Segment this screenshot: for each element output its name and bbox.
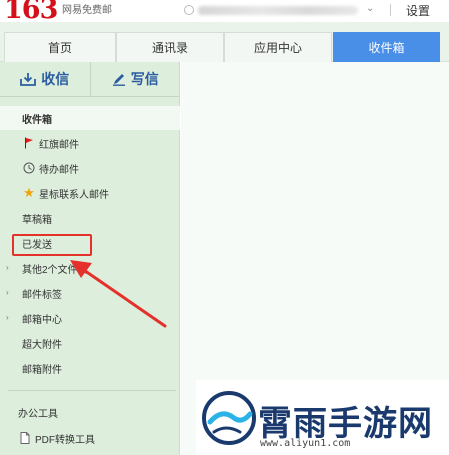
- office-tools-heading: 办公工具: [0, 400, 180, 424]
- tab-inbox[interactable]: 收件箱: [333, 32, 440, 62]
- document-icon: [18, 432, 32, 444]
- account-icon: [184, 5, 194, 15]
- sidebar-item-starred-contacts[interactable]: ★ 星标联系人邮件: [0, 181, 180, 205]
- tab-home[interactable]: 首页: [4, 32, 116, 62]
- tab-app-center[interactable]: 应用中心: [224, 32, 332, 62]
- divider: [390, 4, 391, 16]
- watermark-url: www.aliyun1.com: [260, 438, 351, 449]
- sidebar-item-label: 星标联系人邮件: [39, 189, 109, 201]
- tab-contacts[interactable]: 通讯录: [116, 32, 224, 62]
- sidebar-item-todo[interactable]: 待办邮件: [0, 156, 180, 180]
- sidebar-item-inbox[interactable]: 收件箱: [0, 106, 180, 130]
- expand-arrow-icon[interactable]: ›: [6, 288, 9, 297]
- settings-link[interactable]: 设置: [406, 2, 430, 19]
- expand-arrow-icon[interactable]: ›: [6, 263, 9, 272]
- sidebar-item-label: 草稿箱: [22, 214, 52, 226]
- divider: [0, 96, 180, 97]
- sidebar-item-label: 红旗邮件: [39, 139, 79, 151]
- write-mail-label: 写信: [130, 71, 159, 87]
- receive-mail-button[interactable]: 收信: [0, 62, 90, 96]
- tab-bar: 首页 通讯录 应用中心 收件箱: [0, 22, 449, 62]
- write-mail-button[interactable]: 写信: [89, 62, 181, 96]
- account-switcher[interactable]: [184, 4, 364, 16]
- red-flag-icon: [22, 137, 36, 149]
- annotation-highlight-box: [12, 234, 92, 256]
- watermark: 霄雨手游网 www.aliyun1.com: [196, 380, 449, 455]
- sidebar-item-label: 收件箱: [22, 114, 52, 126]
- sidebar-item-label: PDF转换工具: [35, 434, 95, 446]
- sidebar: 收信 写信 收件箱 红旗邮件 待办邮件 ★ 星标联系人邮件 草稿箱 已发送 › …: [0, 62, 180, 455]
- receive-icon: [20, 73, 37, 86]
- sidebar-item-label: 待办邮件: [39, 164, 79, 176]
- sidebar-item-label: 邮件标签: [22, 289, 62, 301]
- clock-icon: [22, 162, 36, 174]
- receive-mail-label: 收信: [41, 71, 70, 87]
- sidebar-item-other-folders[interactable]: › 其他2个文件夹: [0, 256, 180, 280]
- chevron-down-icon[interactable]: ⌄: [366, 3, 374, 14]
- sidebar-item-label: 邮箱附件: [22, 364, 62, 376]
- sidebar-item-mail-tags[interactable]: › 邮件标签: [0, 281, 180, 305]
- sidebar-item-label: 超大附件: [22, 339, 62, 351]
- sidebar-item-flagged[interactable]: 红旗邮件: [0, 131, 180, 155]
- expand-arrow-icon[interactable]: ›: [6, 313, 9, 322]
- pen-icon: [112, 74, 125, 86]
- sidebar-item-mailbox-attachments[interactable]: 邮箱附件: [0, 356, 180, 380]
- sidebar-item-pdf-converter[interactable]: PDF转换工具: [0, 426, 180, 450]
- sidebar-item-large-attachments[interactable]: 超大附件: [0, 331, 180, 355]
- sidebar-item-label: 其他2个文件夹: [22, 264, 88, 276]
- top-bar: 163 网易免费邮 ⌄ 设置: [0, 0, 449, 25]
- watermark-logo-icon: [202, 391, 256, 445]
- logo-text: 网易免费邮: [62, 5, 112, 16]
- office-tools-label: 办公工具: [18, 408, 58, 420]
- sidebar-item-drafts[interactable]: 草稿箱: [0, 206, 180, 230]
- sidebar-item-mailbox-center[interactable]: › 邮箱中心: [0, 306, 180, 330]
- divider: [8, 390, 176, 391]
- sidebar-item-label: 邮箱中心: [22, 314, 62, 326]
- star-icon: ★: [23, 185, 35, 200]
- account-name-blurred: [198, 5, 358, 15]
